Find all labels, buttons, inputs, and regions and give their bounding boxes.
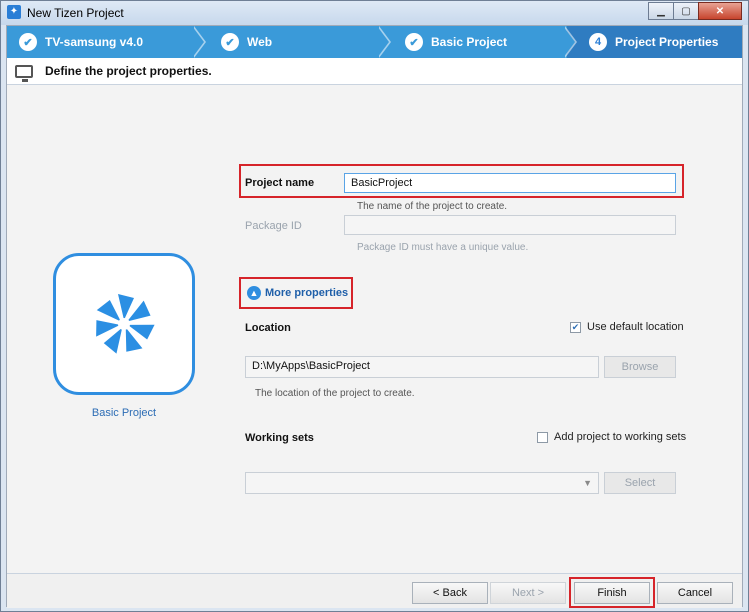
checkbox-unchecked-icon (537, 431, 548, 443)
back-button[interactable]: < Back (412, 582, 488, 604)
use-default-location-checkbox[interactable]: ✔ Use default location (570, 321, 684, 333)
window-controls: ▁ ▢ ✕ (648, 2, 742, 20)
wizard-footer: < Back Next > Finish Cancel (7, 573, 742, 608)
step-basic-project[interactable]: ✔ Basic Project (405, 26, 507, 58)
check-icon: ✔ (19, 33, 37, 51)
step-tv-samsung[interactable]: ✔ TV-samsung v4.0 (19, 26, 143, 58)
location-label: Location (245, 322, 291, 334)
browse-button[interactable]: Browse (604, 356, 676, 378)
step-project-properties[interactable]: 4 Project Properties (589, 26, 718, 58)
working-sets-label: Working sets (245, 432, 314, 444)
finish-button[interactable]: Finish (574, 582, 650, 604)
package-id-input[interactable] (344, 215, 676, 235)
more-properties-toggle[interactable]: ▲ More properties (247, 286, 348, 300)
chevron-up-icon: ▲ (247, 286, 261, 300)
project-name-hint: The name of the project to create. (357, 201, 508, 212)
template-name: Basic Project (91, 407, 157, 419)
wizard-window: ✦ New Tizen Project ▁ ▢ ✕ ✔ TV-samsung v… (0, 0, 749, 612)
step-label: Project Properties (615, 35, 719, 49)
project-name-label: Project name (245, 177, 315, 189)
step-label: Web (247, 35, 273, 49)
step-label: Basic Project (431, 35, 508, 49)
add-to-working-sets-checkbox[interactable]: Add project to working sets (537, 431, 686, 443)
more-properties-label: More properties (265, 287, 349, 299)
select-button[interactable]: Select (604, 472, 676, 494)
maximize-icon: ▢ (681, 5, 691, 17)
close-button[interactable]: ✕ (698, 2, 742, 20)
tizen-app-icon: ✦ (7, 5, 21, 19)
package-id-label: Package ID (245, 220, 302, 232)
step-bar: ✔ TV-samsung v4.0 ✔ Web ✔ Basic Project … (7, 26, 742, 58)
window-title: New Tizen Project (27, 6, 124, 20)
template-card (53, 253, 195, 395)
chevron-down-icon: ▼ (583, 478, 592, 488)
monitor-icon (15, 64, 33, 82)
tizen-pinwheel-icon (96, 294, 155, 354)
next-button[interactable]: Next > (490, 582, 566, 604)
location-input[interactable]: D:\MyApps\BasicProject (245, 356, 599, 378)
step-number-badge: 4 (589, 33, 607, 51)
check-icon: ✔ (221, 33, 239, 51)
page-header: Define the project properties. (7, 58, 742, 85)
minimize-icon: ▁ (657, 5, 665, 17)
page-title: Define the project properties. (45, 64, 212, 78)
title-bar: ✦ New Tizen Project ▁ ▢ ✕ (1, 1, 748, 25)
add-to-working-sets-label: Add project to working sets (554, 431, 687, 443)
step-web[interactable]: ✔ Web (221, 26, 272, 58)
minimize-button[interactable]: ▁ (648, 2, 674, 20)
check-icon: ✔ (405, 33, 423, 51)
step-label: TV-samsung v4.0 (45, 35, 144, 49)
checkbox-checked-icon: ✔ (570, 321, 581, 333)
project-name-input[interactable]: BasicProject (344, 173, 676, 193)
use-default-location-label: Use default location (587, 321, 684, 333)
location-hint: The location of the project to create. (255, 388, 415, 399)
package-id-hint: Package ID must have a unique value. (357, 242, 529, 253)
maximize-button[interactable]: ▢ (673, 2, 699, 20)
working-sets-dropdown[interactable]: ▼ (245, 472, 599, 494)
close-icon: ✕ (715, 5, 725, 17)
wizard-body: Basic Project Project name BasicProject … (7, 85, 742, 573)
wizard-client-area: ✔ TV-samsung v4.0 ✔ Web ✔ Basic Project … (6, 25, 743, 608)
cancel-button[interactable]: Cancel (657, 582, 733, 604)
